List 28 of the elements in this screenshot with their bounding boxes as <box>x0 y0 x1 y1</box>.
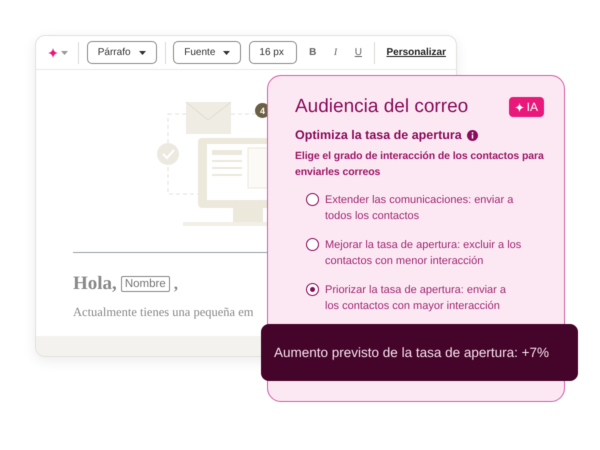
paragraph-select[interactable]: Párrafo <box>86 41 157 64</box>
ai-badge: IA <box>508 97 544 117</box>
caret-icon <box>223 50 230 54</box>
greeting-text: Hola, <box>73 273 117 295</box>
underline-button[interactable]: U <box>350 47 366 58</box>
caret-icon <box>138 50 146 54</box>
audience-option[interactable]: Extender las comunicaciones: enviar a todos los contactos <box>306 192 544 224</box>
info-icon <box>466 130 478 140</box>
caret-icon <box>61 50 68 54</box>
bold-button[interactable]: B <box>305 47 320 58</box>
body-text: Actualmente tienes una pequeña em <box>73 305 254 320</box>
radio-button[interactable] <box>306 193 319 206</box>
italic-button[interactable]: I <box>328 47 343 58</box>
panel-title: Audiencia del correo <box>295 96 468 118</box>
name-merge-tag[interactable]: Nombre <box>120 276 170 292</box>
audience-option[interactable]: Priorizar la tasa de apertura: enviar a los contactos con mayor interacción <box>306 282 544 314</box>
radio-button[interactable] <box>306 283 319 296</box>
font-select[interactable]: Fuente <box>173 41 242 64</box>
panel-description: Elige el grado de interacción de los contactos para enviarles correos <box>295 149 544 180</box>
forecast-banner: Aumento previsto de la tasa de apertura: +7% <box>261 324 578 381</box>
audience-option[interactable]: Mejorar la tasa de apertura: excluir a los contactos con menor interacción <box>306 237 544 269</box>
sparkle-icon <box>48 48 58 58</box>
radio-button[interactable] <box>306 238 319 251</box>
size-select[interactable]: 16 px <box>249 41 298 64</box>
panel-subtitle: Optimiza la tasa de apertura <box>295 128 462 142</box>
customize-link[interactable]: Personalizar <box>386 47 446 58</box>
greeting-comma: , <box>174 274 178 294</box>
sparkle-icon <box>514 102 524 112</box>
